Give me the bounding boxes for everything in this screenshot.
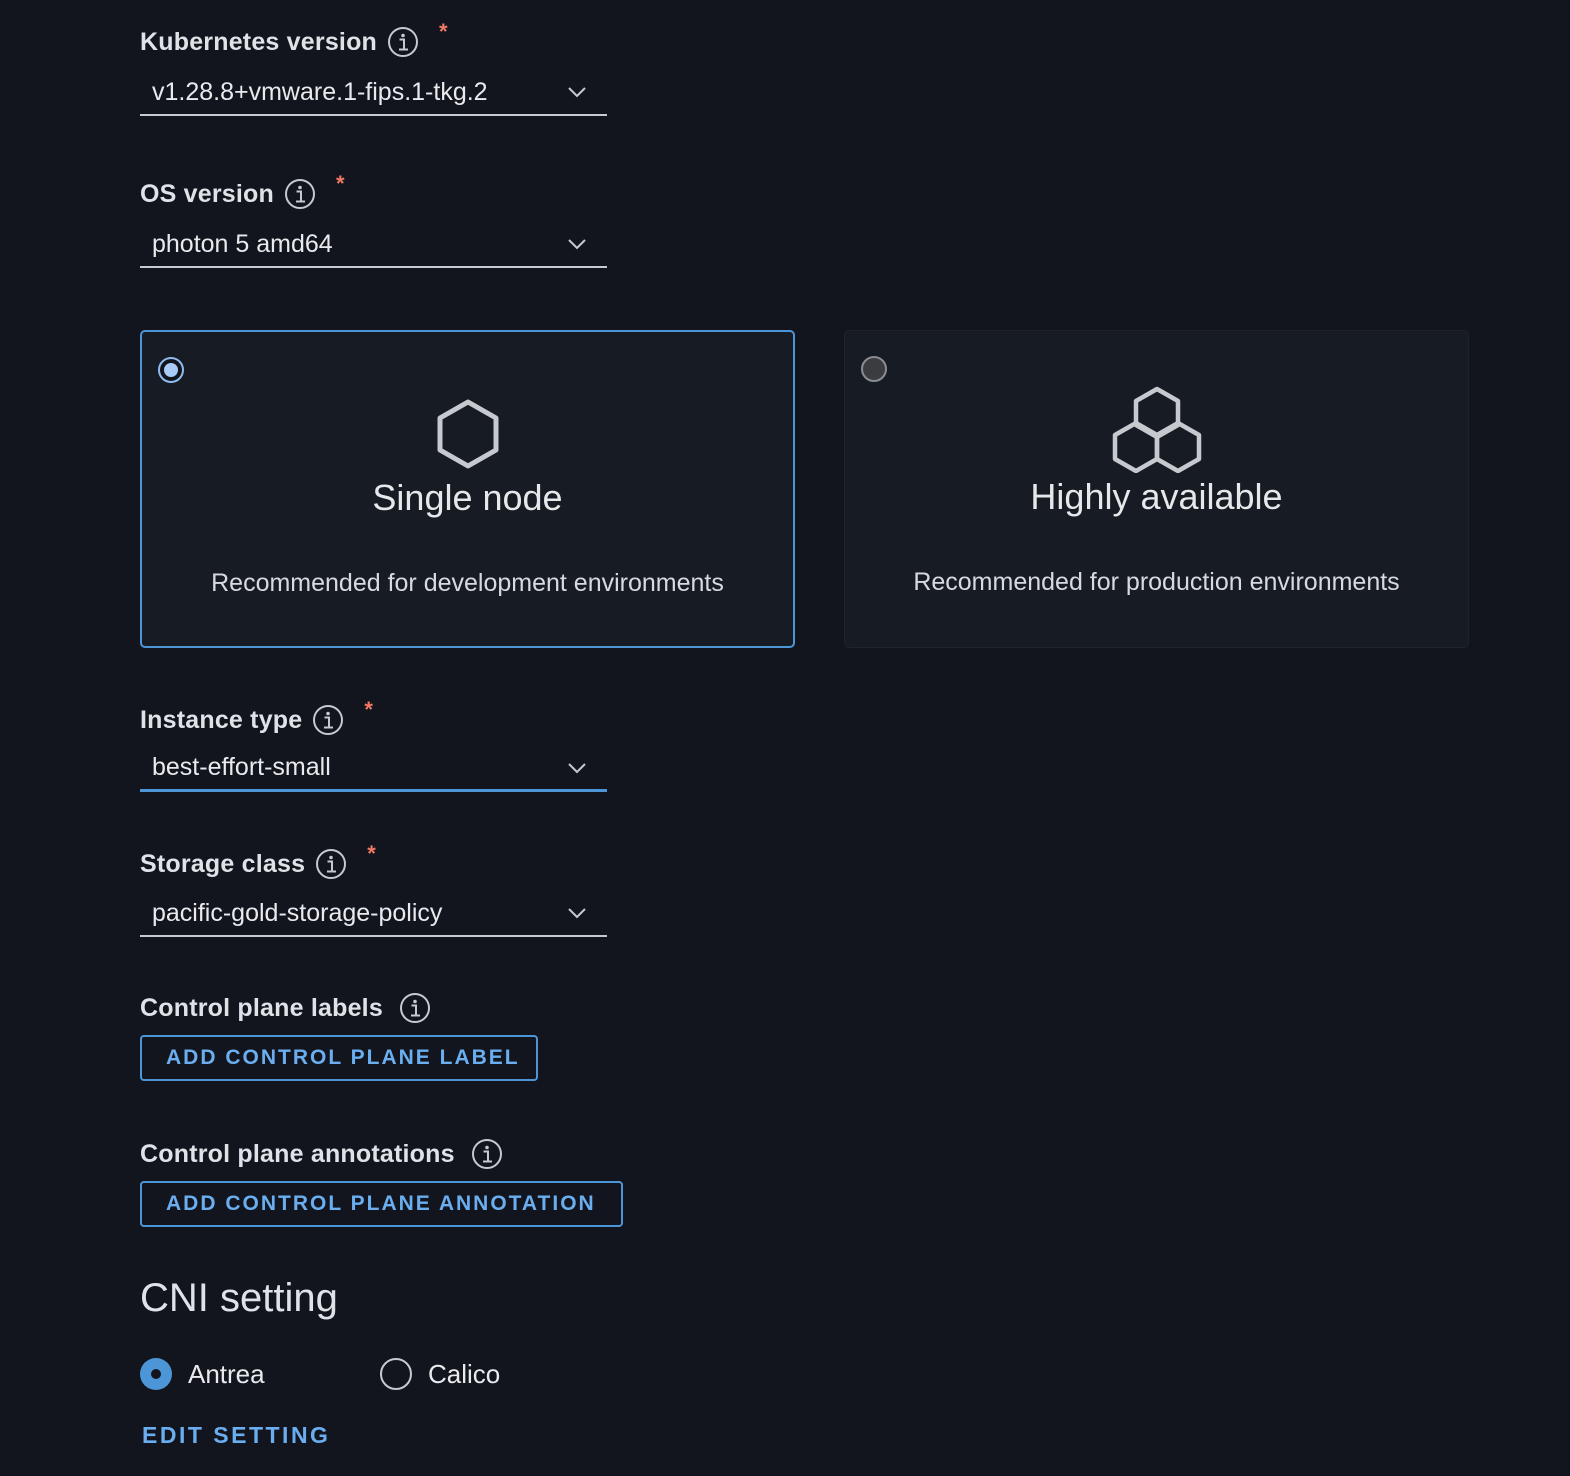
cni-option-calico-label: Calico: [428, 1358, 501, 1389]
single-node-radio[interactable]: [158, 357, 184, 383]
required-asterisk: *: [364, 697, 374, 722]
kubernetes-version-label-text: Kubernetes version: [140, 27, 378, 56]
required-asterisk: *: [336, 171, 345, 196]
chevron-down-icon: [568, 908, 586, 919]
cni-option-calico[interactable]: Calico: [380, 1358, 500, 1390]
instance-type-label: Instance type *: [140, 697, 373, 736]
chevron-down-icon: [568, 239, 586, 250]
control-plane-labels-label-text: Control plane labels: [140, 993, 383, 1022]
storage-class-select[interactable]: pacific-gold-storage-policy: [140, 891, 607, 937]
single-node-tile[interactable]: Single node Recommended for development …: [140, 330, 795, 648]
highly-available-tile[interactable]: Highly available Recommended for product…: [844, 330, 1469, 648]
single-node-title: Single node: [372, 477, 563, 518]
cni-option-antrea-label: Antrea: [188, 1358, 265, 1389]
highly-available-radio[interactable]: [861, 356, 887, 382]
chevron-down-icon: [568, 87, 586, 98]
add-control-plane-label-button[interactable]: ADD CONTROL PLANE LABEL: [140, 1035, 538, 1081]
os-version-label: OS version *: [140, 171, 345, 210]
kubernetes-version-value: v1.28.8+vmware.1-fips.1-tkg.2: [152, 77, 488, 106]
control-plane-annotations-label-text: Control plane annotations: [140, 1139, 455, 1168]
cluster-config-form: Kubernetes version * v1.28.8+vmware.1-fi…: [0, 0, 1570, 1476]
chevron-down-icon: [568, 762, 586, 773]
hexagon-cluster-icon: [1112, 386, 1201, 473]
storage-class-value: pacific-gold-storage-policy: [152, 898, 443, 927]
info-icon[interactable]: [312, 704, 344, 736]
add-control-plane-annotation-button[interactable]: ADD CONTROL PLANE ANNOTATION: [140, 1181, 623, 1227]
control-plane-labels-label: Control plane labels: [140, 992, 431, 1024]
cni-setting-title: CNI setting: [140, 1276, 338, 1320]
os-version-value: photon 5 amd64: [152, 229, 333, 258]
os-version-label-text: OS version: [140, 179, 274, 208]
kubernetes-version-select[interactable]: v1.28.8+vmware.1-fips.1-tkg.2: [140, 70, 607, 116]
required-asterisk: *: [367, 841, 376, 866]
instance-type-label-text: Instance type: [140, 705, 303, 734]
control-plane-annotations-label: Control plane annotations: [140, 1138, 503, 1170]
storage-class-label: Storage class *: [140, 841, 376, 880]
single-node-description: Recommended for development environments: [211, 569, 724, 597]
storage-class-label-text: Storage class: [140, 849, 306, 878]
info-icon[interactable]: [399, 992, 431, 1024]
cni-option-antrea[interactable]: Antrea: [140, 1358, 265, 1390]
info-icon[interactable]: [387, 26, 419, 58]
info-icon[interactable]: [284, 178, 316, 210]
os-version-select[interactable]: photon 5 amd64: [140, 222, 607, 268]
info-icon[interactable]: [315, 848, 347, 880]
highly-available-title: Highly available: [1030, 476, 1283, 517]
radio-unchecked-icon[interactable]: [380, 1358, 412, 1390]
info-icon[interactable]: [471, 1138, 503, 1170]
edit-setting-button[interactable]: EDIT SETTING: [142, 1422, 330, 1449]
instance-type-value: best-effort-small: [152, 753, 331, 781]
instance-type-select[interactable]: best-effort-small: [140, 746, 607, 792]
kubernetes-version-label: Kubernetes version *: [140, 19, 448, 58]
highly-available-description: Recommended for production environments: [913, 568, 1400, 596]
hexagon-icon: [437, 399, 498, 469]
required-asterisk: *: [439, 19, 448, 44]
radio-checked-icon[interactable]: [140, 1358, 172, 1390]
